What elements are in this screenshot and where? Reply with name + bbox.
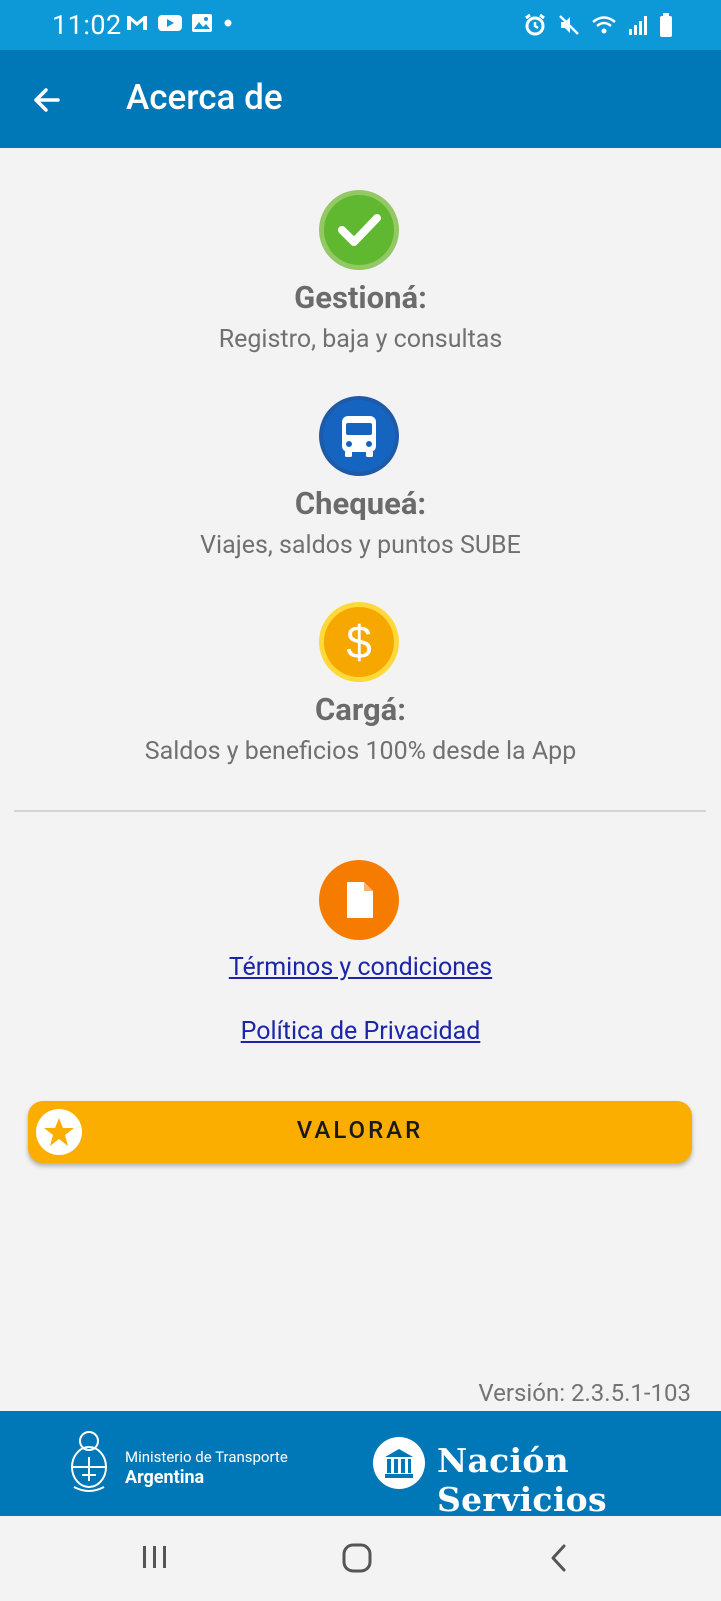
back-icon [551, 1544, 566, 1572]
feature-title: Cargá: [315, 691, 406, 728]
signal-icon [627, 13, 649, 41]
coat-of-arms-logo [66, 1429, 112, 1499]
arrow-left-icon [34, 88, 60, 112]
mute-icon [557, 13, 581, 41]
ministry-name: Ministerio de Transporte [125, 1448, 288, 1466]
feature-description: Saldos y beneficios 100% desde la App [144, 737, 577, 766]
recent-apps-icon [143, 1546, 166, 1568]
alarm-icon [523, 13, 547, 41]
divider [14, 810, 706, 812]
ministry-country: Argentina [125, 1467, 205, 1488]
notification-icons [125, 13, 235, 37]
feature-description: Viajes, saldos y puntos SUBE [200, 531, 521, 560]
status-time: 11:02 [52, 9, 122, 41]
system-status-icons [523, 12, 673, 42]
terms-link[interactable]: Términos y condiciones [0, 953, 721, 982]
rate-button[interactable]: VALORAR [28, 1101, 692, 1163]
recent-apps-button[interactable] [135, 1538, 175, 1578]
app-bar: Acerca de [0, 50, 721, 148]
gallery-icon [191, 13, 213, 37]
page-title: Acerca de [126, 77, 283, 118]
feature-description: Registro, baja y consultas [218, 325, 503, 354]
battery-icon [659, 12, 673, 42]
navigation-bar [0, 1516, 721, 1601]
gmail-icon [125, 13, 149, 37]
home-icon [342, 1543, 372, 1573]
home-button[interactable] [337, 1538, 377, 1578]
check-icon [319, 190, 399, 270]
wifi-icon [591, 13, 617, 41]
brand-name: Nación Servicios [437, 1441, 607, 1519]
back-button[interactable] [28, 80, 68, 120]
dollar-icon: $ [319, 602, 399, 682]
svg-text:$: $ [346, 616, 372, 668]
bus-icon [319, 396, 399, 476]
youtube-icon [157, 13, 183, 37]
rate-button-label: VALORAR [296, 1116, 424, 1144]
status-bar: 11:02 [0, 0, 721, 50]
feature-title: Chequeá: [294, 485, 427, 522]
feature-title: Gestioná: [294, 279, 427, 316]
bank-icon [373, 1437, 425, 1489]
back-nav-button[interactable] [539, 1538, 579, 1578]
document-icon [319, 860, 399, 940]
footer: Ministerio de Transporte Argentina Nació… [0, 1411, 721, 1519]
dot-icon [221, 13, 235, 37]
privacy-link[interactable]: Política de Privacidad [0, 1017, 721, 1046]
version-text: Versión: 2.3.5.1-103 [478, 1379, 691, 1407]
